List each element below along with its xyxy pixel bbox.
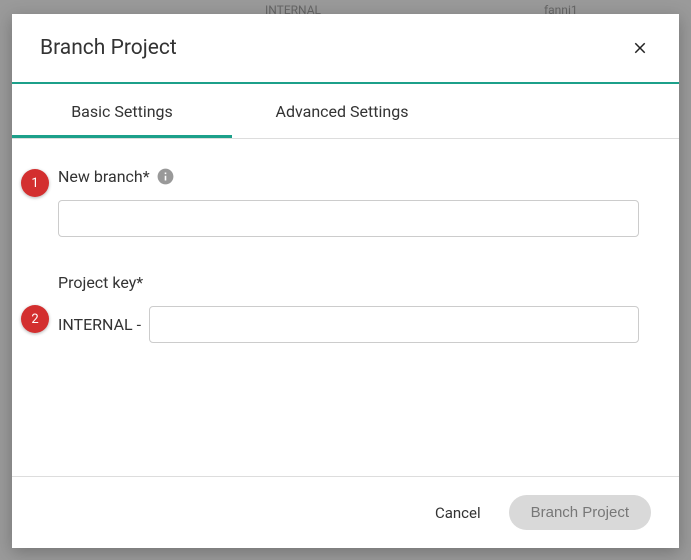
project-key-label-row: Project key* [58,273,639,292]
project-key-group: 2 Project key* INTERNAL - [58,273,639,343]
tabs: Basic Settings Advanced Settings [12,84,679,139]
new-branch-group: 1 New branch* [58,167,639,237]
tab-advanced-settings[interactable]: Advanced Settings [232,84,452,138]
modal-body: 1 New branch* 2 Project key* INTERNAL - [12,139,679,476]
close-icon [631,39,649,57]
info-icon[interactable] [156,167,175,186]
modal-header: Branch Project [12,14,679,84]
close-button[interactable] [629,37,651,59]
cancel-button[interactable]: Cancel [435,504,481,522]
new-branch-label: New branch* [58,167,150,186]
project-key-prefix: INTERNAL - [58,315,141,334]
tab-basic-settings[interactable]: Basic Settings [12,84,232,138]
branch-project-modal: Branch Project Basic Settings Advanced S… [12,14,679,548]
project-key-input[interactable] [149,306,639,343]
new-branch-label-row: New branch* [58,167,639,186]
project-key-row: INTERNAL - [58,306,639,343]
new-branch-input[interactable] [58,200,639,237]
callout-badge-2: 2 [21,305,49,333]
modal-title: Branch Project [40,36,177,60]
info-circle-icon [156,167,175,186]
branch-project-button[interactable]: Branch Project [509,495,651,530]
callout-badge-1: 1 [21,169,49,197]
project-key-label: Project key* [58,273,143,292]
modal-footer: Cancel Branch Project [12,476,679,548]
